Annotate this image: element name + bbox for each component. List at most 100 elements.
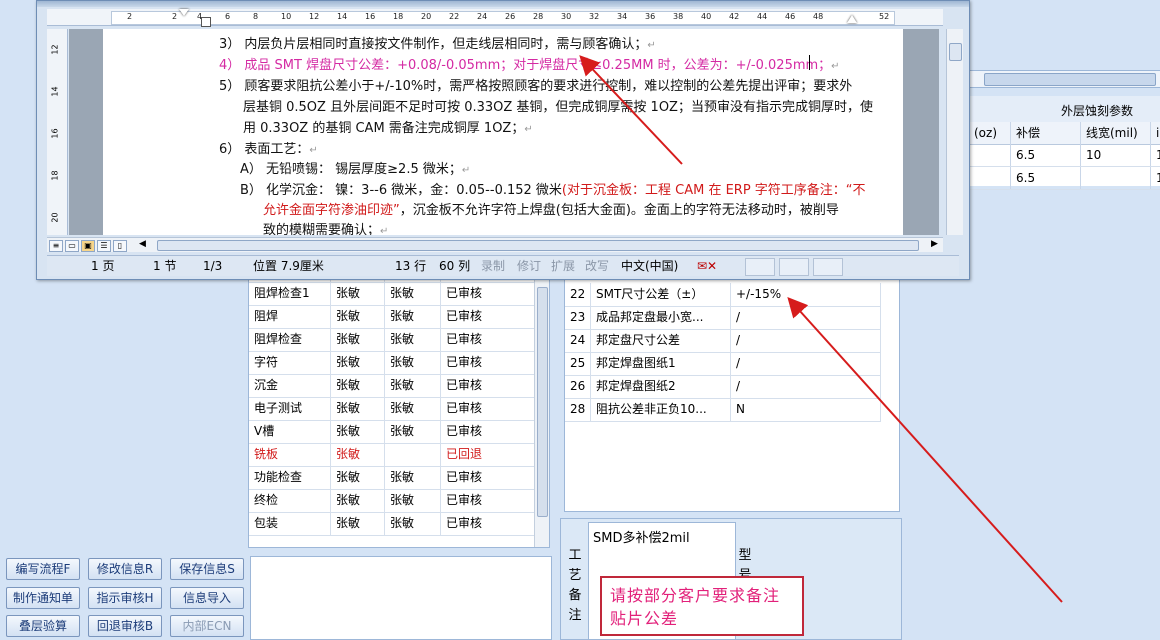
table-cell[interactable] [969, 144, 1011, 166]
spelling-check-icon[interactable]: ✉✕ [697, 258, 717, 274]
table-cell[interactable]: 邦定焊盘图纸1 [591, 352, 731, 375]
table-cell[interactable]: 铣板 [249, 443, 331, 466]
table-cell[interactable]: 已审核 [441, 489, 535, 512]
table-cell[interactable]: 张敏 [331, 512, 385, 535]
table-cell[interactable]: 张敏 [385, 512, 441, 535]
table-cell[interactable]: 6.5 [1011, 144, 1081, 166]
table-cell[interactable]: 阻焊检查 [249, 328, 331, 351]
reading-view-icon[interactable]: ▯ [113, 240, 127, 252]
table-row[interactable]: 字符 张敏 张敏 已审核 [249, 351, 535, 375]
table-row[interactable]: 阻焊 张敏 张敏 已审核 [249, 305, 535, 329]
table-cell[interactable]: N [731, 398, 881, 421]
table-row[interactable]: 28 阻抗公差非正负10... N [565, 398, 881, 422]
table-cell[interactable]: 张敏 [385, 397, 441, 420]
table-cell[interactable]: / [731, 352, 881, 375]
table-cell[interactable]: 已审核 [441, 328, 535, 351]
table-row[interactable]: 23 成品邦定盘最小宽... / [565, 306, 881, 330]
column-header[interactable]: i [1151, 122, 1160, 144]
table-cell[interactable]: 张敏 [385, 420, 441, 443]
table-cell[interactable]: 张敏 [385, 351, 441, 374]
table-cell[interactable]: 张敏 [331, 282, 385, 305]
table-cell[interactable]: 已审核 [441, 466, 535, 489]
right-indent-marker-icon[interactable] [847, 15, 857, 23]
table-cell[interactable]: 张敏 [331, 466, 385, 489]
table-cell[interactable]: 字符 [249, 351, 331, 374]
table-cell[interactable]: 张敏 [385, 466, 441, 489]
table-cell[interactable]: 终检 [249, 489, 331, 512]
table-cell[interactable]: 张敏 [331, 328, 385, 351]
table-cell[interactable]: SMT尺寸公差（±） [591, 283, 731, 306]
rollback-review-button[interactable]: 回退审核B [88, 615, 162, 637]
table-cell[interactable]: 张敏 [331, 351, 385, 374]
table-cell[interactable] [969, 167, 1011, 189]
table-cell[interactable]: 电子测试 [249, 397, 331, 420]
scroll-thumb[interactable] [949, 43, 962, 61]
table-cell[interactable]: 6.5 [1011, 167, 1081, 189]
table-cell[interactable]: 26 [565, 375, 591, 398]
column-header[interactable]: 补偿 [1011, 122, 1081, 144]
stack-check-button[interactable]: 叠层验算 [6, 615, 80, 637]
table-cell[interactable]: 阻抗公差非正负10... [591, 398, 731, 421]
outline-view-icon[interactable]: ☰ [97, 240, 111, 252]
status-page[interactable]: 1 页 [91, 258, 114, 274]
table-row[interactable]: 包装 张敏 张敏 已审核 [249, 512, 535, 536]
document-vertical-scrollbar[interactable] [946, 29, 963, 235]
make-notice-button[interactable]: 制作通知单 [6, 587, 80, 609]
table-cell[interactable]: 张敏 [331, 420, 385, 443]
table-cell[interactable]: 已审核 [441, 305, 535, 328]
table-row[interactable]: 26 邦定焊盘图纸2/ [565, 375, 881, 399]
table-row[interactable]: 阻焊检查1 张敏 张敏 已审核 [249, 282, 535, 306]
table-row[interactable]: V槽 张敏 张敏 已审核 [249, 420, 535, 444]
table-row[interactable]: 铣板 张敏 已回退 [249, 443, 535, 467]
table-row[interactable]: 电子测试 张敏 张敏 已审核 [249, 397, 535, 421]
scroll-right-icon[interactable]: ▶ [931, 239, 938, 249]
internal-ecn-button[interactable]: 内部ECN [170, 615, 244, 637]
print-view-icon[interactable]: ▣ [81, 240, 95, 252]
table-cell[interactable]: 22 [565, 283, 591, 306]
table-cell[interactable]: 阻焊 [249, 305, 331, 328]
table-cell[interactable]: 张敏 [385, 328, 441, 351]
table-cell[interactable]: 1 [1151, 167, 1160, 189]
status-extend[interactable]: 扩展 [551, 258, 575, 274]
table-row[interactable]: 功能检查 张敏 张敏 已审核 [249, 466, 535, 490]
modify-info-button[interactable]: 修改信息R [88, 558, 162, 580]
scroll-thumb[interactable] [157, 240, 919, 251]
table-cell[interactable]: 已回退 [441, 443, 535, 466]
save-info-button[interactable]: 保存信息S [170, 558, 244, 580]
table-cell[interactable]: 已审核 [441, 420, 535, 443]
status-record[interactable]: 录制 [481, 258, 505, 274]
scroll-thumb[interactable] [537, 287, 548, 517]
table-cell[interactable]: 张敏 [385, 489, 441, 512]
status-language[interactable]: 中文(中国) [621, 258, 678, 274]
table-cell[interactable]: / [731, 329, 881, 352]
table-cell[interactable]: 张敏 [331, 397, 385, 420]
table-cell[interactable] [1081, 167, 1151, 189]
table-cell[interactable]: 1 [1151, 144, 1160, 166]
table-cell[interactable]: 24 [565, 329, 591, 352]
horizontal-ruler[interactable]: 2 2 4 6 8 10 12 14 16 18 20 22 24 26 28 30 32 34 36 38 40 42 4… [47, 9, 943, 27]
table-row[interactable]: 沉金 张敏 张敏 已审核 [249, 374, 535, 398]
status-track-changes[interactable]: 修订 [517, 258, 541, 274]
table-cell[interactable]: 23 [565, 306, 591, 329]
table-cell[interactable]: 已审核 [441, 397, 535, 420]
table-cell[interactable]: 已审核 [441, 351, 535, 374]
table-row[interactable]: 25 邦定焊盘图纸1/ [565, 352, 881, 376]
table-cell[interactable]: +/-15% [731, 283, 881, 306]
table-cell[interactable]: 张敏 [331, 374, 385, 397]
table-cell[interactable]: 10 [1081, 144, 1151, 166]
import-info-button[interactable]: 信息导入 [170, 587, 244, 609]
table-cell[interactable]: / [731, 306, 881, 329]
table-cell[interactable]: / [731, 375, 881, 398]
status-line[interactable]: 13 行 [395, 258, 426, 274]
table-cell[interactable]: 张敏 [331, 443, 385, 466]
right-grid-scrollbar[interactable] [968, 70, 1160, 88]
table-cell[interactable]: 张敏 [331, 489, 385, 512]
column-header[interactable]: 线宽(mil) [1081, 122, 1151, 144]
table-cell[interactable]: 张敏 [331, 305, 385, 328]
status-column[interactable]: 60 列 [439, 258, 470, 274]
document-horizontal-scrollbar[interactable]: ≡ ▭ ▣ ☰ ▯ ◀ ▶ [47, 237, 943, 252]
table-cell[interactable]: 28 [565, 398, 591, 421]
first-indent-marker-icon[interactable] [179, 9, 189, 16]
table-cell[interactable]: 25 [565, 352, 591, 375]
table-cell[interactable]: 功能检查 [249, 466, 331, 489]
